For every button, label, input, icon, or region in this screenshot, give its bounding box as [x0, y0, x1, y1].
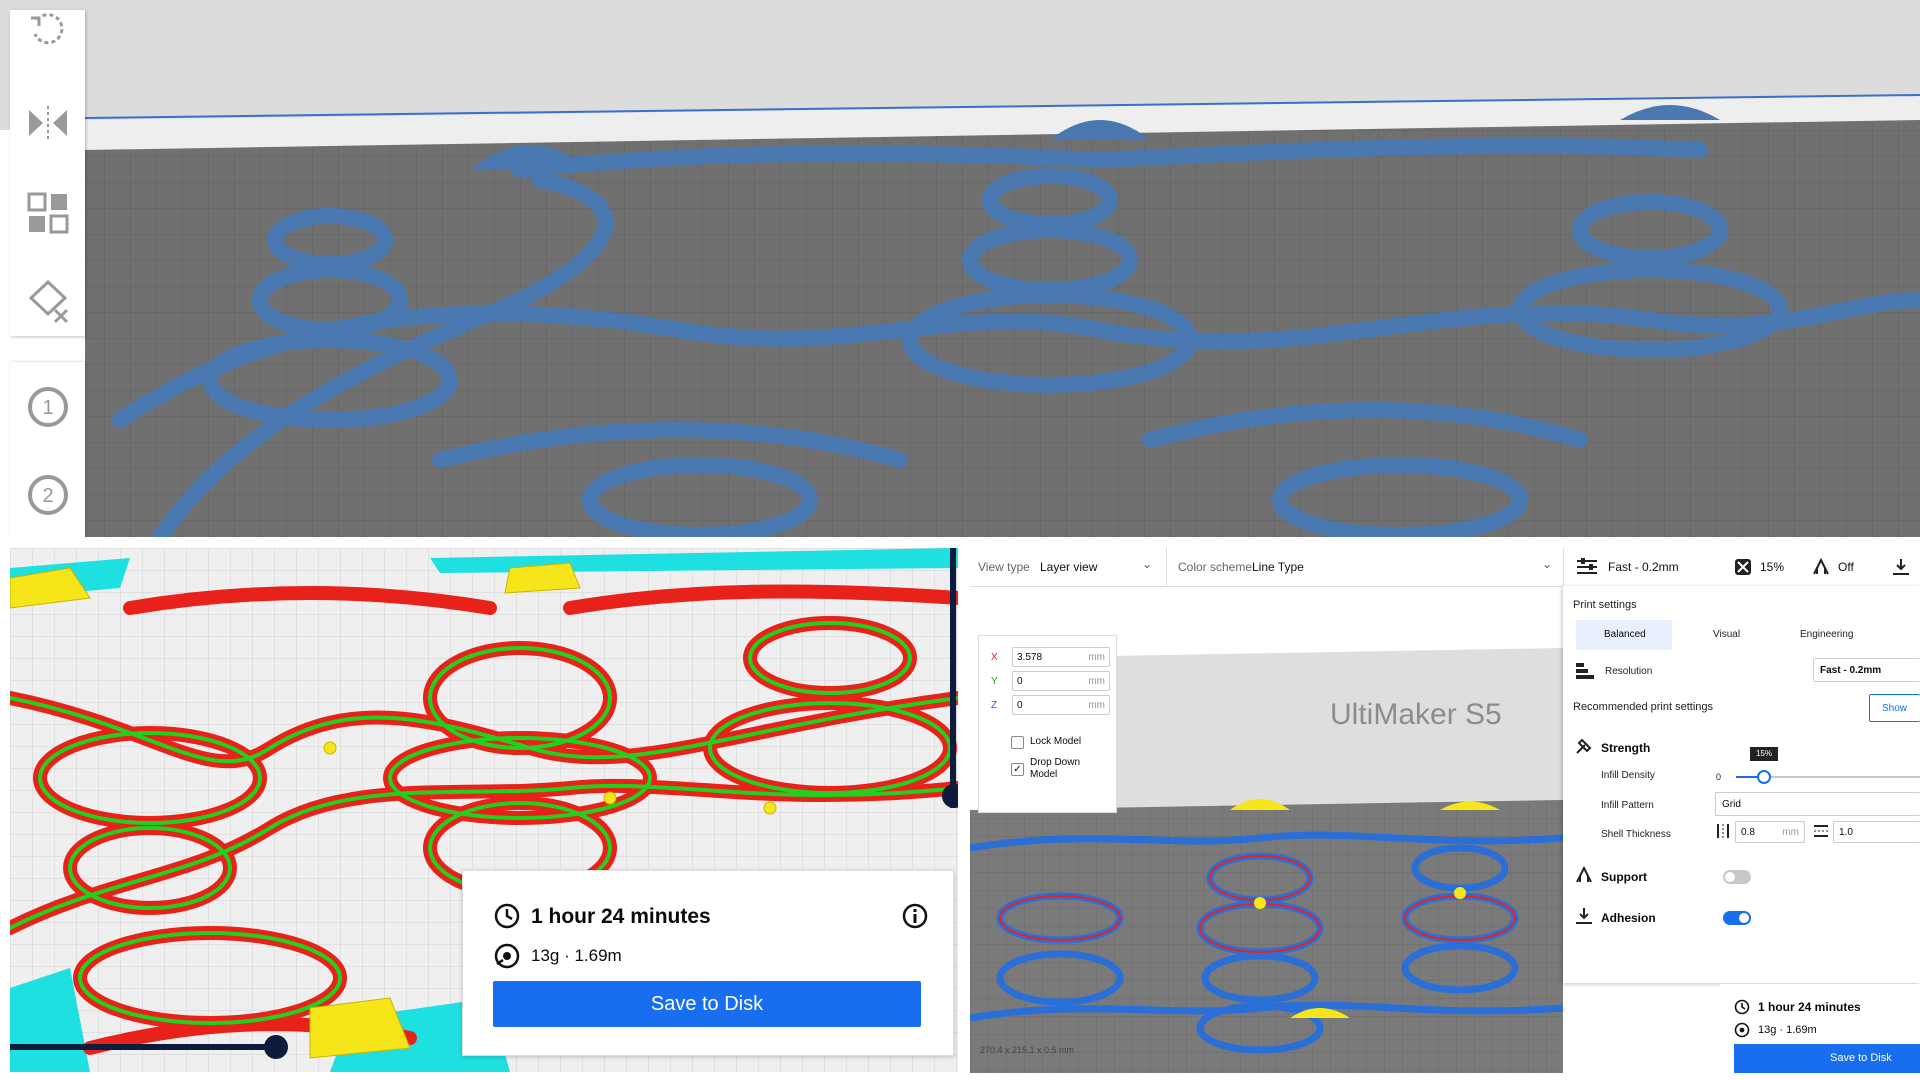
support-label: Support — [1601, 870, 1647, 884]
drop-down-model-checkbox[interactable]: ✓ — [1011, 763, 1024, 776]
print-material: 13g · 1.69m — [531, 946, 622, 965]
lock-model-label: Lock Model — [1030, 736, 1082, 747]
print-profile-selector[interactable]: Fast - 0.2mm — [1608, 560, 1679, 574]
tab-balanced[interactable]: Balanced — [1576, 620, 1672, 650]
tab-engineering[interactable]: Engineering — [1800, 629, 1853, 640]
move-tool-panel: X 3.578 mm Y 0 mm Z 0 mm Lock Model ✓ Drop … — [978, 635, 1117, 813]
strength-label: Strength — [1601, 741, 1651, 755]
tool-panel — [10, 10, 85, 336]
top-3d-viewport[interactable]: 1 2 — [0, 0, 1920, 537]
per-model-settings-icon[interactable] — [25, 190, 71, 236]
view-type-select[interactable]: Layer view — [1040, 560, 1097, 574]
extruder-2-icon[interactable]: 2 — [25, 472, 71, 518]
support-icon — [1576, 866, 1592, 883]
chevron-down-icon[interactable]: ⌄ — [1142, 557, 1152, 571]
print-time: 1 hour 24 minutes — [531, 905, 711, 928]
model-dimensions: 270.4 x 215.1 x 0.5 mm — [980, 1045, 1074, 1055]
spool-icon — [1734, 1022, 1750, 1038]
extruder-panel: 1 2 — [10, 362, 85, 537]
infill-min-label: 0 — [1716, 772, 1722, 782]
spool-icon — [494, 943, 520, 969]
infill-slider-handle[interactable] — [1757, 770, 1771, 784]
wall-thickness-icon — [1717, 824, 1729, 838]
wall-thickness-input[interactable]: 0.8 mm — [1735, 821, 1805, 843]
view-type-label: View type — [978, 560, 1030, 574]
adhesion-label: Adhesion — [1601, 911, 1656, 925]
resolution-label: Resolution — [1605, 666, 1653, 677]
print-settings-panel: Print settings Balanced Visual Engineeri… — [1563, 586, 1920, 983]
infill-summary[interactable]: 15% — [1760, 560, 1784, 574]
mirror-icon[interactable] — [25, 100, 71, 146]
support-blocker-icon[interactable] — [25, 278, 71, 324]
save-to-disk-button[interactable]: Save to Disk — [493, 981, 921, 1027]
infill-pattern-select[interactable]: Grid — [1715, 792, 1920, 816]
infill-density-slider[interactable]: 15% — [1736, 747, 1920, 784]
support-icon — [1813, 558, 1829, 575]
print-summary-mini: 1 hour 24 minutes 13g · 1.69m Save to Di… — [1720, 984, 1920, 1073]
path-slider-track[interactable] — [10, 1044, 280, 1050]
print-settings-title: Print settings — [1573, 599, 1637, 611]
print-time-mini: 1 hour 24 minutes — [1758, 1000, 1861, 1014]
support-toggle[interactable] — [1723, 870, 1751, 884]
color-scheme-select[interactable]: Line Type — [1252, 560, 1304, 574]
top-bottom-thickness-input[interactable]: 1.0 — [1833, 821, 1920, 843]
shell-thickness-label: Shell Thickness — [1601, 829, 1671, 840]
y-axis-label: Y — [991, 676, 998, 687]
color-scheme-label: Color scheme — [1178, 560, 1253, 574]
extruder-1-label: 1 — [42, 397, 53, 419]
strength-icon — [1576, 738, 1592, 754]
cura-preview-window: 270.4 x 215.1 x 0.5 mm View type Layer v… — [970, 548, 1920, 1073]
infill-density-label: Infill Density — [1601, 770, 1655, 781]
adhesion-toggle[interactable] — [1723, 911, 1751, 925]
save-to-disk-button-mini[interactable]: Save to Disk — [1734, 1044, 1920, 1073]
resolution-select[interactable]: Fast - 0.2mm — [1813, 658, 1920, 682]
x-position-input[interactable]: 3.578 mm — [1012, 647, 1110, 667]
profile-sliders-icon — [1577, 558, 1597, 574]
preview-header: View type Layer view ⌄ Color scheme Line… — [970, 548, 1920, 587]
y-position-input[interactable]: 0 mm — [1012, 671, 1110, 691]
resolution-icon — [1576, 663, 1594, 679]
lock-model-checkbox[interactable] — [1011, 736, 1024, 749]
z-axis-label: Z — [991, 700, 998, 711]
extruder-1-icon[interactable]: 1 — [25, 384, 71, 430]
tab-visual[interactable]: Visual — [1713, 629, 1740, 640]
print-material-mini: 13g · 1.69m — [1758, 1024, 1817, 1036]
clock-icon — [1734, 999, 1750, 1015]
top-bottom-thickness-icon — [1814, 825, 1828, 837]
infill-tooltip: 15% — [1750, 747, 1778, 761]
printer-name-label: UltiMaker S5 — [1330, 698, 1502, 731]
clock-icon — [494, 903, 520, 929]
drop-down-model-label: Drop Down Model — [1030, 757, 1081, 780]
infill-icon — [1735, 559, 1751, 575]
show-custom-button[interactable]: Show — [1869, 694, 1920, 722]
z-position-input[interactable]: 0 mm — [1012, 695, 1110, 715]
print-summary-card: 1 hour 24 minutes 13g · 1.69m Save to Di… — [462, 870, 954, 1056]
layer-slider-track[interactable] — [950, 548, 956, 808]
support-summary[interactable]: Off — [1838, 560, 1854, 574]
adhesion-icon — [1576, 908, 1592, 924]
info-icon[interactable] — [901, 902, 929, 930]
recommended-settings-label: Recommended print settings — [1573, 701, 1714, 713]
infill-pattern-label: Infill Pattern — [1601, 800, 1654, 811]
chevron-down-icon[interactable]: ⌄ — [1542, 557, 1552, 571]
x-axis-label: X — [991, 652, 998, 663]
extruder-2-label: 2 — [42, 485, 53, 507]
rotate-icon[interactable] — [25, 10, 71, 56]
adhesion-icon — [1893, 559, 1909, 575]
build-plate-view — [0, 0, 1920, 537]
path-slider-handle[interactable] — [264, 1035, 288, 1059]
